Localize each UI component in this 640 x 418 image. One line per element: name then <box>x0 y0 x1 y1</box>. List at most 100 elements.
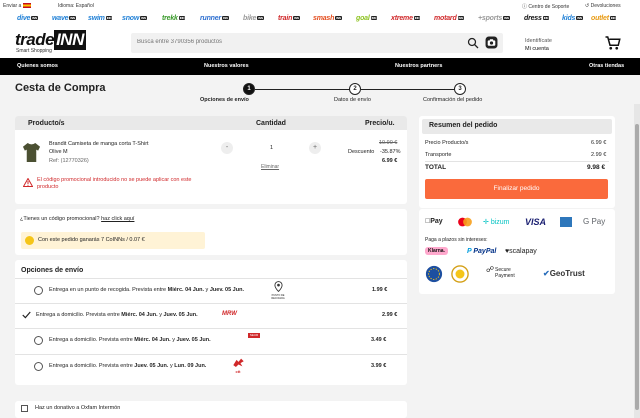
step-2-label: Datos de envío <box>334 97 371 103</box>
store-tag: INN <box>140 16 147 21</box>
cart-panel: Producto/s Cantidad Precio/u. Brandit Ca… <box>15 116 407 204</box>
camera-search-icon[interactable] <box>485 36 498 49</box>
quantity-value: 1 <box>270 145 274 151</box>
quantity-increase-button[interactable]: + <box>309 142 321 154</box>
store-link-swim[interactable]: swim INN <box>88 15 113 22</box>
discount-label: Descuento <box>348 149 375 155</box>
support-link[interactable]: ⓘ Centro de Soporte <box>522 3 569 10</box>
remove-item-link[interactable]: Eliminar <box>261 164 279 170</box>
visa-logo: VISA <box>525 217 547 227</box>
pickup-point-logo: PUNTO DE RECOGIDA <box>269 281 287 301</box>
shipping-option-pickup[interactable]: Entrega en un punto de recogida. Previst… <box>15 279 407 303</box>
product-variant: Olive M <box>49 149 68 155</box>
col-product: Producto/s <box>28 120 65 127</box>
product-image[interactable] <box>22 142 41 163</box>
scalapay-logo: ♥scalapay <box>505 248 537 255</box>
geotrust-logo: ✔GeoTrust <box>543 269 585 278</box>
search-input[interactable] <box>137 39 437 45</box>
store-name: outlet <box>591 15 609 22</box>
tradeinn-logo[interactable]: trade INN <box>15 30 86 50</box>
amex-icon <box>560 217 572 227</box>
store-tag: INN <box>370 16 378 21</box>
shipping-panel: Opciones de envío Entrega en un punto de… <box>15 260 407 385</box>
utility-bar: Enviar a Idioma: Español ⓘ Centro de Sop… <box>0 0 640 12</box>
store-link-motard[interactable]: motard INN <box>434 15 465 22</box>
shipping-title: Opciones de envío <box>21 267 84 274</box>
store-tag: INN <box>221 16 229 21</box>
payment-panel: Pay ✛ bizum VISA G Pay Paga a plazos si… <box>419 209 615 294</box>
nav-values[interactable]: Nuestros valores <box>204 63 249 69</box>
store-link-dress[interactable]: dress INN <box>524 15 550 22</box>
store-name: kids <box>562 15 576 22</box>
checkmark-icon <box>22 311 31 319</box>
eu-trust-seal-icon <box>425 265 443 283</box>
store-link-outlet[interactable]: outlet INN <box>591 15 617 22</box>
finalize-order-button[interactable]: Finalizar pedido <box>425 179 608 199</box>
search-icon[interactable] <box>467 37 479 49</box>
store-link-smash[interactable]: smash INN <box>313 15 342 22</box>
discount-value: -35.87% <box>380 149 401 155</box>
shipping-radio[interactable] <box>34 362 43 371</box>
cart-icon[interactable] <box>604 34 622 52</box>
store-link-sports[interactable]: +sports INN <box>478 15 510 22</box>
store-name: runner <box>200 15 221 22</box>
google-pay-logo: G Pay <box>583 217 606 226</box>
shipping-price: 3.99 € <box>371 363 387 369</box>
product-ref: Ref: (12770326) <box>49 158 89 164</box>
divider <box>425 161 609 162</box>
account-menu[interactable]: Identifícate Mi cuenta <box>525 37 552 53</box>
total-label: TOTAL <box>425 164 447 171</box>
store-strip: dive INN wave INN swim INN snow INN trekk INN runn… <box>0 12 640 30</box>
promo-code-link[interactable]: haz click aquí <box>101 216 134 222</box>
scrollbar-thumb[interactable] <box>635 124 639 410</box>
step-connector <box>255 89 355 90</box>
main-nav: Quienes somos Nuestros valores Nuestros … <box>0 58 640 75</box>
promo-panel: ¿Tienes un código promocional? haz click… <box>15 209 407 255</box>
spain-flag-icon <box>23 3 32 9</box>
scrollbar[interactable] <box>634 104 640 418</box>
step-1-indicator: 1 <box>243 83 255 95</box>
donation-panel: Haz un donativo a Oxfam Intermón <box>15 401 407 418</box>
shipping-price: 2.99 € <box>382 312 398 318</box>
shipping-option-ctt[interactable]: Entrega a domicilio. Prevista entre Juev… <box>15 355 407 380</box>
store-link-dive[interactable]: dive INN <box>17 15 38 22</box>
product-name[interactable]: Brandit Camiseta de manga corta T-Shirt <box>49 141 149 147</box>
shipping-radio[interactable] <box>34 336 43 345</box>
store-link-trekk[interactable]: trekk INN <box>162 15 186 22</box>
promo-question: ¿Tienes un código promocional? haz click… <box>20 216 135 222</box>
shipping-price: 1.99 € <box>372 287 388 293</box>
store-link-xtreme[interactable]: xtreme INN <box>391 15 421 22</box>
store-tag: INN <box>105 16 113 21</box>
quantity-decrease-button[interactable]: - <box>221 142 233 154</box>
apple-pay-logo: Pay <box>425 218 443 225</box>
store-link-snow[interactable]: snow INN <box>122 15 147 22</box>
language-selector[interactable]: Idioma: Español <box>58 3 94 9</box>
ship-to-selector[interactable]: Enviar a <box>3 3 32 9</box>
nav-about[interactable]: Quienes somos <box>17 63 58 69</box>
store-name: goal <box>356 15 370 22</box>
shipping-radio[interactable] <box>34 286 43 295</box>
store-link-train[interactable]: train INN <box>278 15 300 22</box>
page-title: Cesta de Compra <box>15 82 106 94</box>
site-header: tradeINN Smart Shopping Identifícate Mi … <box>0 30 640 58</box>
store-link-wave[interactable]: wave INN <box>52 15 76 22</box>
coins-text: Con este pedido ganarás 7 CoINNs / 0.07 … <box>38 237 145 243</box>
shipping-option-seur[interactable]: Entrega a domicilio. Prevista entre Miér… <box>15 329 407 354</box>
store-link-runner[interactable]: runner INN <box>200 15 229 22</box>
store-link-kids[interactable]: kids INN <box>562 15 583 22</box>
installments-label: Paga a plazos sin intereses: <box>425 237 488 243</box>
seur-logo: SEUR <box>248 333 260 338</box>
shipping-option-mrw[interactable]: Entrega a domicilio. Prevista entre Miér… <box>15 304 407 328</box>
returns-link[interactable]: ↺ Devoluciones <box>585 3 621 9</box>
store-link-goal[interactable]: goal INN <box>356 15 378 22</box>
total-value: 9.98 € <box>587 164 606 171</box>
store-tag: INN <box>609 16 617 21</box>
store-tag: INN <box>335 16 342 21</box>
nav-other-stores[interactable]: Otras tiendas <box>589 63 624 69</box>
donation-checkbox[interactable] <box>21 405 28 412</box>
store-link-bike[interactable]: bike INN <box>243 15 264 22</box>
store-tag: INN <box>31 16 38 21</box>
bizum-icon: ✛ <box>483 219 489 226</box>
promo-error-message: El código promocional introducido no se … <box>37 177 192 190</box>
nav-partners[interactable]: Nuestros partners <box>395 63 442 69</box>
